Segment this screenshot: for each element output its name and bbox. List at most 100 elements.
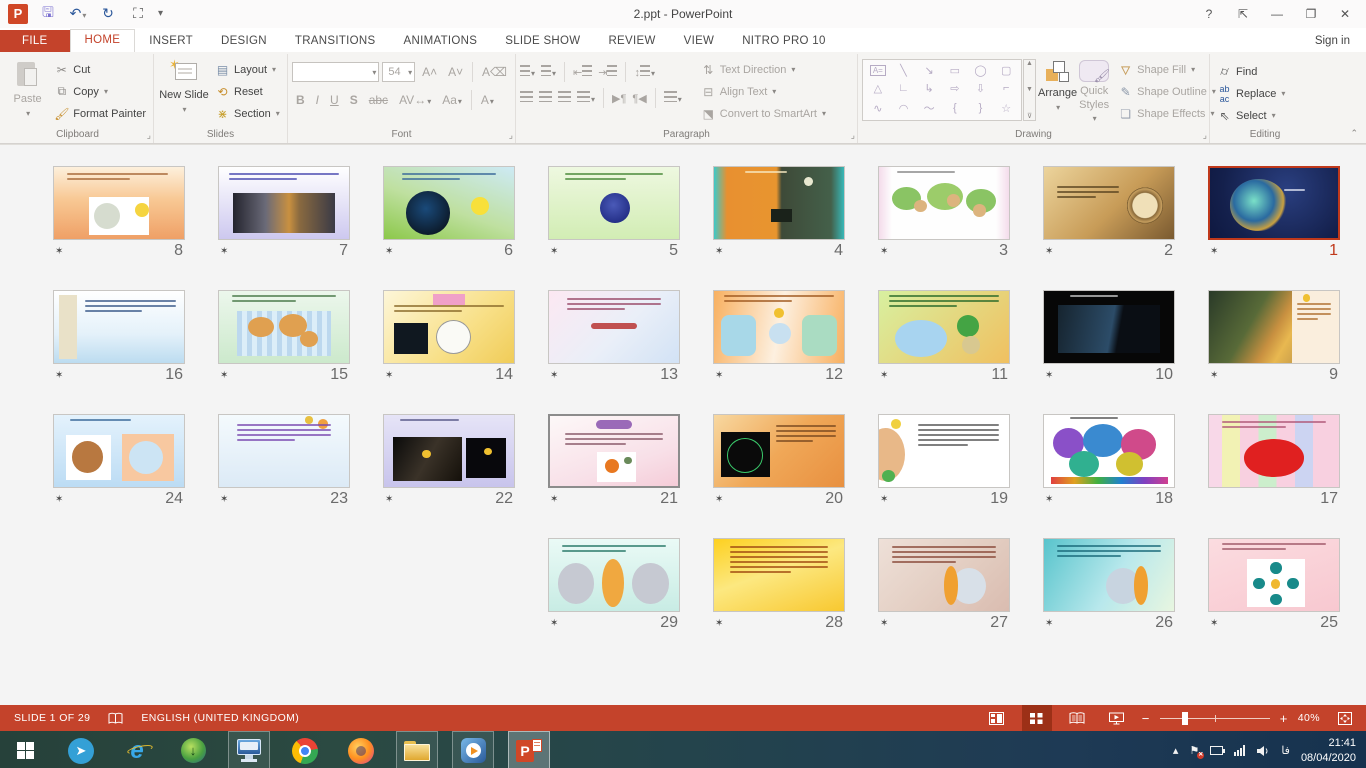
tab-review[interactable]: REVIEW	[594, 30, 669, 52]
slide-thumbnail-27[interactable]	[878, 538, 1010, 612]
shape-glyph-icon[interactable]: 〜	[924, 100, 935, 116]
slide-thumbnail-20[interactable]	[713, 414, 845, 488]
undo-icon[interactable]: ↶▾	[68, 5, 88, 22]
collapse-ribbon-icon[interactable]: ⌃	[1350, 128, 1358, 139]
shape-outline-button[interactable]: ✎Shape Outline▾	[1115, 81, 1219, 102]
italic-button[interactable]: I	[312, 92, 323, 108]
shape-glyph-icon[interactable]: ◠	[899, 102, 909, 115]
start-slideshow-icon[interactable]: ⛶	[128, 5, 148, 22]
shape-glyph-icon[interactable]: A=	[870, 65, 886, 76]
shape-glyph-icon[interactable]: ▭	[950, 64, 960, 77]
text-direction-button[interactable]: ⇅Text Direction▾	[698, 59, 829, 80]
ltr-direction-icon[interactable]: ▶¶	[612, 92, 626, 105]
shape-glyph-icon[interactable]: ⇩	[976, 82, 985, 95]
transition-star-icon[interactable]: ✶	[1045, 618, 1053, 629]
paragraph-dialog-launcher-icon[interactable]: ⌟	[851, 130, 855, 141]
rtl-direction-icon[interactable]: ¶◀	[632, 92, 646, 105]
zoom-level[interactable]: 40%	[1298, 712, 1320, 724]
arrange-button[interactable]: Arrange▾	[1038, 56, 1077, 126]
taskbar-remote-keyboard-icon[interactable]	[228, 731, 270, 768]
shape-glyph-icon[interactable]: ∿	[873, 102, 882, 115]
slide-thumbnail-9[interactable]	[1208, 290, 1340, 364]
section-button[interactable]: ⋇Section▾	[212, 103, 283, 124]
tab-slide-show[interactable]: SLIDE SHOW	[491, 30, 594, 52]
shape-glyph-icon[interactable]: ╲	[900, 64, 907, 77]
language-indicator[interactable]: ENGLISH (UNITED KINGDOM)	[141, 712, 299, 724]
transition-star-icon[interactable]: ✶	[550, 246, 558, 257]
clear-formatting-icon[interactable]: A⌫	[478, 64, 511, 80]
paste-button[interactable]: Paste▾	[6, 56, 49, 126]
slide-thumbnail-3[interactable]	[878, 166, 1010, 240]
bold-button[interactable]: B	[292, 92, 309, 108]
justify-icon[interactable]: ▾	[577, 89, 595, 107]
transition-star-icon[interactable]: ✶	[220, 494, 228, 505]
slide-thumbnail-25[interactable]	[1208, 538, 1340, 612]
font-name-combo[interactable]: ▾	[292, 62, 379, 82]
bullets-icon[interactable]: ▾	[520, 63, 535, 81]
format-painter-button[interactable]: 🖌Format Painter	[51, 103, 149, 124]
zoom-out-icon[interactable]: −	[1142, 711, 1150, 726]
taskbar-media-player-icon[interactable]	[452, 731, 494, 768]
slide-thumbnail-4[interactable]	[713, 166, 845, 240]
slide-thumbnail-1[interactable]	[1208, 166, 1340, 240]
tab-home[interactable]: HOME	[70, 29, 136, 52]
transition-star-icon[interactable]: ✶	[220, 246, 228, 257]
slide-thumbnail-5[interactable]	[548, 166, 680, 240]
convert-smartart-button[interactable]: ⬔Convert to SmartArt▾	[698, 103, 829, 124]
shape-effects-button[interactable]: ❏Shape Effects▾	[1115, 103, 1219, 124]
tab-transitions[interactable]: TRANSITIONS	[281, 30, 390, 52]
transition-star-icon[interactable]: ✶	[715, 246, 723, 257]
drawing-dialog-launcher-icon[interactable]: ⌟	[1203, 130, 1207, 141]
clipboard-dialog-launcher-icon[interactable]: ⌟	[147, 130, 151, 141]
align-right-icon[interactable]	[558, 89, 571, 107]
layout-button[interactable]: ▤Layout▾	[212, 59, 283, 80]
spellcheck-icon[interactable]	[108, 712, 123, 725]
slide-indicator[interactable]: SLIDE 1 OF 29	[14, 712, 90, 724]
cut-button[interactable]: ✂Cut	[51, 59, 149, 80]
copy-button[interactable]: ⧉Copy▾	[51, 81, 149, 102]
slide-thumbnail-23[interactable]	[218, 414, 350, 488]
tab-view[interactable]: VIEW	[670, 30, 729, 52]
columns-icon[interactable]: ▾	[664, 89, 682, 107]
shape-glyph-icon[interactable]: ↳	[925, 82, 934, 95]
transition-star-icon[interactable]: ✶	[715, 370, 723, 381]
slide-thumbnail-16[interactable]	[53, 290, 185, 364]
taskbar-firefox-icon[interactable]	[340, 731, 382, 768]
slide-thumbnail-6[interactable]	[383, 166, 515, 240]
transition-star-icon[interactable]: ✶	[55, 246, 63, 257]
transition-star-icon[interactable]: ✶	[880, 246, 888, 257]
slide-thumbnail-15[interactable]	[218, 290, 350, 364]
slide-show-view-icon[interactable]	[1102, 705, 1132, 731]
slide-thumbnail-10[interactable]	[1043, 290, 1175, 364]
align-center-icon[interactable]	[539, 89, 552, 107]
text-shadow-button[interactable]: S	[346, 92, 362, 108]
reading-view-icon[interactable]	[1062, 705, 1092, 731]
transition-star-icon[interactable]: ✶	[1210, 246, 1218, 257]
fit-slide-to-window-icon[interactable]	[1330, 705, 1360, 731]
clock[interactable]: 21:41 08/04/2020	[1301, 736, 1356, 765]
slide-thumbnail-28[interactable]	[713, 538, 845, 612]
transition-star-icon[interactable]: ✶	[880, 370, 888, 381]
close-icon[interactable]: ✕	[1330, 3, 1360, 25]
input-language-indicator[interactable]: فا	[1281, 744, 1290, 757]
slide-thumbnail-7[interactable]	[218, 166, 350, 240]
transition-star-icon[interactable]: ✶	[1045, 370, 1053, 381]
tab-file[interactable]: FILE	[0, 30, 70, 52]
font-dialog-launcher-icon[interactable]: ⌟	[509, 130, 513, 141]
transition-star-icon[interactable]: ✶	[385, 370, 393, 381]
transition-star-icon[interactable]: ✶	[220, 370, 228, 381]
transition-star-icon[interactable]: ✶	[55, 370, 63, 381]
align-text-button[interactable]: ⊟Align Text▾	[698, 81, 829, 102]
transition-star-icon[interactable]: ✶	[1210, 618, 1218, 629]
help-icon[interactable]: ?	[1194, 3, 1224, 25]
tab-insert[interactable]: INSERT	[135, 30, 207, 52]
hidden-icons-chevron[interactable]: ▴	[1173, 744, 1179, 757]
character-spacing-button[interactable]: AV↔▾	[395, 92, 435, 108]
quick-styles-button[interactable]: Quick Styles ▾	[1079, 56, 1109, 126]
line-spacing-icon[interactable]: ↕▾	[634, 65, 655, 79]
taskbar-file-explorer-icon[interactable]	[396, 731, 438, 768]
transition-star-icon[interactable]: ✶	[880, 618, 888, 629]
underline-button[interactable]: U	[326, 92, 343, 108]
slide-thumbnail-18[interactable]	[1043, 414, 1175, 488]
grow-font-icon[interactable]: A˄	[418, 64, 441, 80]
